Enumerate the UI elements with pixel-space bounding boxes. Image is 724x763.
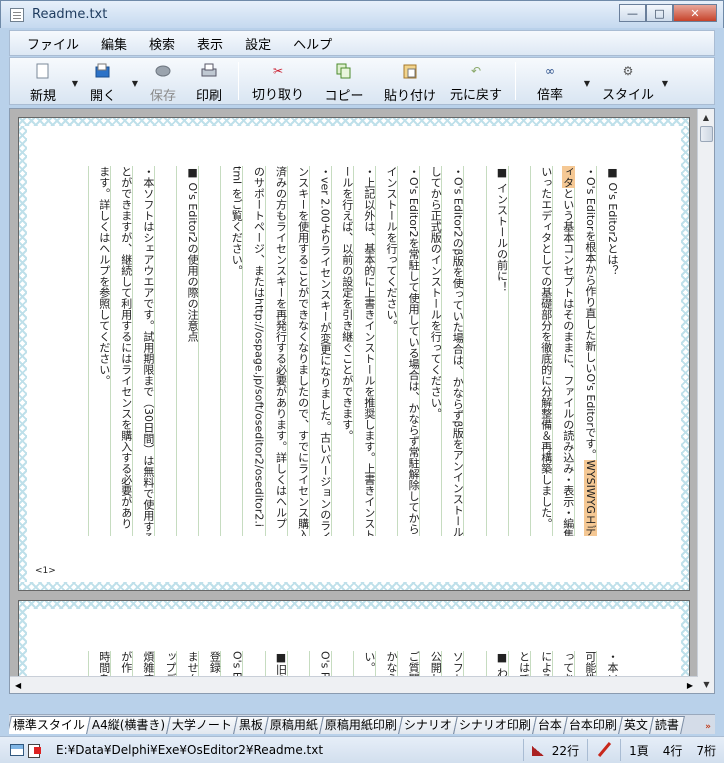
menu-bar: ファイル 編集 検索 表示 設定 ヘルプ — [9, 30, 715, 56]
document-icon — [28, 743, 42, 758]
cut-button[interactable]: ✂ 切り取り — [245, 59, 311, 104]
selection-highlight: ィタ — [561, 166, 575, 188]
pencil-icon — [596, 742, 612, 758]
undo-label: 元に戻す — [449, 88, 502, 103]
copy-icon — [336, 63, 352, 79]
open-button[interactable]: 開く ▼ — [80, 59, 138, 104]
notepad-icon — [10, 7, 24, 22]
tab-scenario-print[interactable]: シナリオ印刷 — [453, 716, 538, 734]
clipboard-icon — [402, 63, 418, 79]
position-cell: 1頁 4行 7桁 — [620, 739, 724, 761]
tab-notebook[interactable]: 大学ノート — [166, 716, 239, 734]
maximize-button[interactable]: □ — [646, 4, 673, 22]
scissors-icon: ✂ — [272, 63, 284, 78]
tab-script-print[interactable]: 台本印刷 — [563, 716, 624, 734]
zoom-button[interactable]: ∞ 倍率 ▼ — [522, 59, 590, 104]
page-indicator: 1頁 — [629, 743, 649, 758]
cut-label: 切り取り — [251, 88, 304, 103]
disk-icon — [155, 63, 171, 79]
status-bar: E:¥Data¥Delphi¥Exe¥OsEditor2¥Readme.txt … — [0, 736, 724, 763]
chevron-down-icon[interactable]: ▼ — [584, 79, 590, 88]
style-button[interactable]: ⚙ スタイル ▼ — [600, 59, 668, 104]
save-label: 保存 — [149, 89, 176, 104]
new-document-icon — [35, 63, 51, 79]
toolbar-separator — [238, 62, 239, 100]
paste-label: 貼り付け — [383, 89, 436, 104]
window-controls: — □ ✕ — [619, 4, 717, 22]
chevron-down-icon[interactable]: ▼ — [662, 79, 668, 88]
line-count-cell: 22行 — [522, 739, 587, 761]
style-label: スタイル — [601, 88, 654, 103]
menu-search[interactable]: 検索 — [138, 34, 186, 53]
open-label: 開く — [89, 89, 116, 104]
chevron-down-icon[interactable]: ▼ — [132, 79, 138, 88]
zoom-label: 倍率 — [536, 88, 563, 103]
editor-area[interactable]: ■ O's Editor2とは？ ・O's Editorを根本から作り直した新しい… — [9, 108, 715, 694]
toolbar-separator — [515, 62, 516, 100]
menu-edit[interactable]: 編集 — [90, 34, 138, 53]
open-folder-icon — [95, 63, 111, 79]
page-number: <1> — [35, 566, 56, 576]
scroll-down-icon[interactable]: ▼ — [698, 676, 714, 693]
scroll-up-icon[interactable]: ▲ — [698, 109, 714, 126]
column-indicator: 7桁 — [696, 743, 716, 758]
menu-file[interactable]: ファイル — [16, 34, 90, 53]
title-bar: Readme.txt — □ ✕ — [0, 0, 724, 28]
style-tabs: 標準スタイル A4縦(横書き) 大学ノート 黒板 原稿用紙 原稿用紙印刷 シナリ… — [9, 714, 715, 734]
line-count: 22行 — [551, 743, 580, 758]
tab-scenario[interactable]: シナリオ — [398, 716, 459, 734]
selection-highlight: WYSIWYGエデ — [583, 459, 597, 536]
file-path: E:¥Data¥Delphi¥Exe¥OsEditor2¥Readme.txt — [56, 743, 324, 757]
menu-help[interactable]: ヘルプ — [282, 34, 343, 53]
printer-icon — [201, 63, 217, 79]
window-title: Readme.txt — [32, 7, 108, 22]
menu-view[interactable]: 表示 — [186, 34, 234, 53]
scroll-right-icon[interactable]: ▶ — [687, 681, 693, 690]
copy-label: コピー — [324, 89, 364, 104]
undo-button[interactable]: ↶ 元に戻す — [443, 59, 509, 104]
edit-mode-cell[interactable] — [587, 739, 620, 761]
new-label: 新規 — [29, 89, 56, 104]
minimize-button[interactable]: — — [619, 4, 646, 22]
text-column[interactable]: ます。詳しくはヘルプを参照してください。 — [87, 166, 121, 536]
row-indicator: 4行 — [662, 743, 683, 758]
gear-icon: ⚙ — [622, 63, 634, 78]
chevron-down-icon[interactable]: ▼ — [72, 79, 78, 88]
more-tabs-icon[interactable]: » — [705, 722, 711, 732]
scroll-thumb[interactable] — [700, 126, 713, 142]
save-button[interactable]: 保存 — [140, 59, 186, 104]
paste-button[interactable]: 貼り付け — [377, 59, 443, 104]
scroll-left-icon[interactable]: ◀ — [15, 681, 21, 690]
toolbar: 新規 ▼ 開く ▼ 保存 印刷 ✂ 切り取り コピー 貼り付け ↶ 元に戻す ∞… — [9, 57, 715, 105]
window-icon — [10, 744, 24, 756]
page-1[interactable]: ■ O's Editor2とは？ ・O's Editorを根本から作り直した新しい… — [18, 117, 690, 591]
tab-standard[interactable]: 標準スタイル — [9, 716, 91, 734]
copy-button[interactable]: コピー — [311, 59, 377, 104]
chart-icon — [531, 743, 546, 757]
horizontal-scrollbar[interactable]: ◀ ▶ — [10, 676, 698, 693]
print-button[interactable]: 印刷 — [186, 59, 232, 104]
print-label: 印刷 — [195, 89, 222, 104]
tab-manuscript-print[interactable]: 原稿用紙印刷 — [319, 716, 404, 734]
new-button[interactable]: 新規 ▼ — [20, 59, 78, 104]
tab-a4[interactable]: A4縦(横書き) — [86, 716, 172, 734]
tab-manuscript[interactable]: 原稿用紙 — [264, 716, 325, 734]
tab-reading[interactable]: 読書 — [649, 716, 686, 734]
menu-settings[interactable]: 設定 — [234, 34, 282, 53]
vertical-scrollbar[interactable]: ▲ ▼ — [697, 109, 714, 693]
glasses-icon: ∞ — [545, 63, 555, 78]
close-button[interactable]: ✕ — [673, 4, 717, 22]
undo-icon: ↶ — [470, 63, 482, 78]
